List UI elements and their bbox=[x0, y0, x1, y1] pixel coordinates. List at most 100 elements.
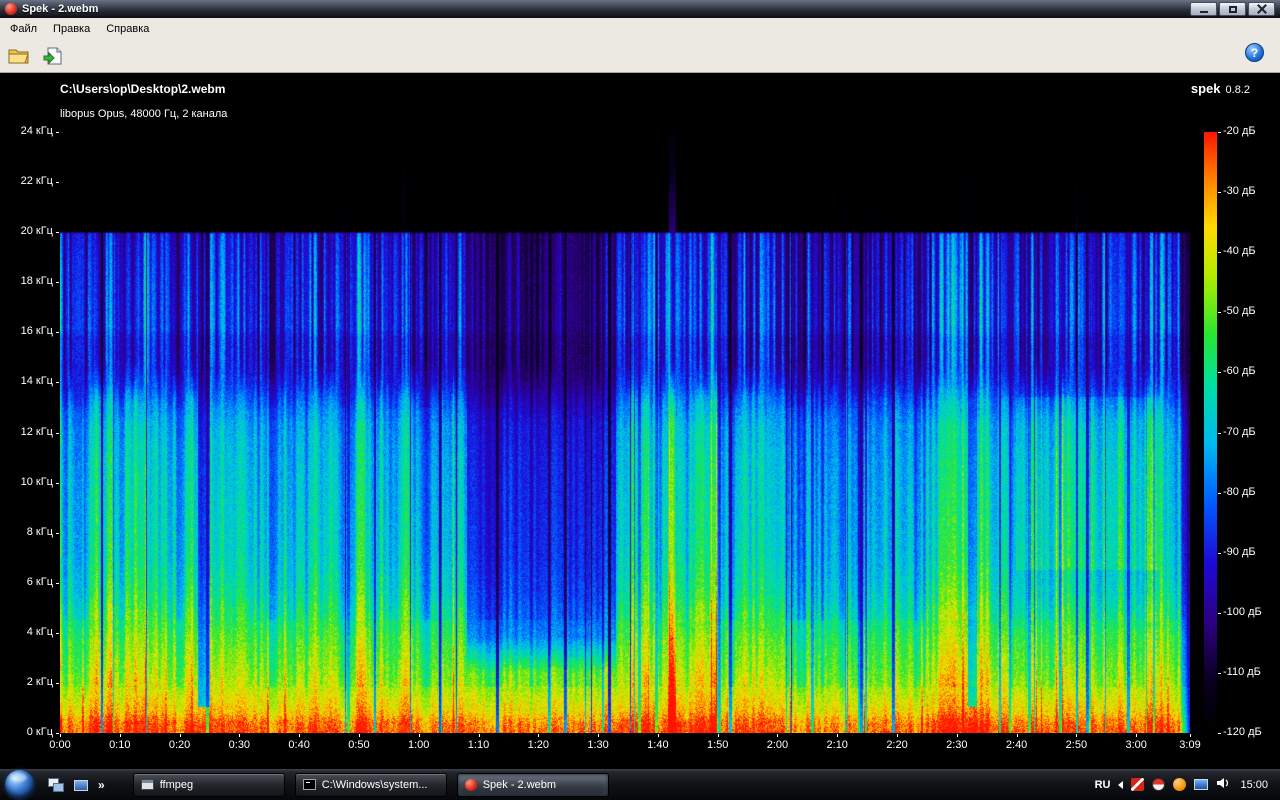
update-icon[interactable] bbox=[1173, 778, 1186, 791]
minimize-button[interactable] bbox=[1190, 2, 1217, 16]
legend-tick-label: -60 дБ bbox=[1223, 365, 1256, 378]
freq-tick-label: 12 кГц bbox=[0, 426, 53, 439]
legend-tick bbox=[1218, 312, 1221, 313]
time-tick bbox=[60, 734, 61, 737]
stream-info: libopus Opus, 48000 Гц, 2 канала bbox=[60, 108, 227, 120]
time-tick-label: 1:20 bbox=[516, 739, 560, 752]
time-tick bbox=[479, 734, 480, 737]
time-tick bbox=[957, 734, 958, 737]
freq-tick bbox=[56, 332, 59, 333]
legend-tick bbox=[1218, 613, 1221, 614]
window-title: Spek - 2.webm bbox=[22, 3, 98, 15]
taskbar-button-spek[interactable]: Spek - 2.webm bbox=[457, 773, 609, 797]
app-version-box: spek 0.8.2 bbox=[1191, 80, 1250, 98]
close-icon bbox=[1257, 4, 1267, 14]
time-tick bbox=[837, 734, 838, 737]
time-tick-label: 3:09 bbox=[1168, 739, 1212, 752]
time-tick-label: 1:40 bbox=[636, 739, 680, 752]
time-tick bbox=[718, 734, 719, 737]
legend-tick bbox=[1218, 553, 1221, 554]
ati-icon[interactable] bbox=[1131, 778, 1144, 791]
save-image-icon bbox=[42, 47, 64, 65]
time-tick bbox=[658, 734, 659, 737]
start-orb-highlight bbox=[10, 773, 27, 782]
taskbar: » ffmpeg C:\Windows\system... Spek - 2.w… bbox=[0, 768, 1280, 800]
open-file-button[interactable] bbox=[6, 43, 32, 69]
freq-tick-label: 2 кГц bbox=[0, 676, 53, 689]
freq-tick bbox=[56, 683, 59, 684]
show-desktop-icon[interactable] bbox=[73, 778, 89, 792]
file-path: C:\Users\op\Desktop\2.webm bbox=[60, 82, 225, 96]
freq-tick bbox=[56, 633, 59, 634]
language-indicator[interactable]: RU bbox=[1095, 779, 1111, 791]
menu-item-file[interactable]: Файл bbox=[2, 20, 45, 38]
time-tick bbox=[897, 734, 898, 737]
legend-tick-label: -120 дБ bbox=[1223, 726, 1262, 739]
time-tick bbox=[538, 734, 539, 737]
menu-item-help[interactable]: Справка bbox=[98, 20, 157, 38]
freq-tick bbox=[56, 132, 59, 133]
taskbar-button-cmd[interactable]: C:\Windows\system... bbox=[295, 773, 447, 797]
freq-tick-label: 10 кГц bbox=[0, 476, 53, 489]
time-tick-label: 0:50 bbox=[337, 739, 381, 752]
time-tick bbox=[1076, 734, 1077, 737]
legend-tick bbox=[1218, 433, 1221, 434]
time-tick-label: 2:00 bbox=[755, 739, 799, 752]
hidden-icons-chevron[interactable] bbox=[1118, 781, 1123, 789]
legend-tick bbox=[1218, 733, 1221, 734]
freq-tick-label: 4 кГц bbox=[0, 626, 53, 639]
quick-launch: » bbox=[48, 778, 105, 792]
clock[interactable]: 15:00 bbox=[1240, 779, 1268, 791]
desktop: Spek - 2.webm Файл Правка Справка ? bbox=[0, 0, 1280, 800]
legend-tick-label: -110 дБ bbox=[1223, 666, 1261, 679]
freq-tick bbox=[56, 583, 59, 584]
close-button[interactable] bbox=[1248, 2, 1275, 16]
time-tick-label: 0:40 bbox=[277, 739, 321, 752]
time-tick-label: 3:00 bbox=[1114, 739, 1158, 752]
antivirus-icon[interactable] bbox=[1152, 778, 1165, 791]
legend-tick bbox=[1218, 372, 1221, 373]
save-image-button[interactable] bbox=[40, 43, 66, 69]
legend-tick bbox=[1218, 132, 1221, 133]
maximize-icon bbox=[1229, 6, 1237, 13]
freq-tick-label: 14 кГц bbox=[0, 375, 53, 388]
freq-tick-label: 18 кГц bbox=[0, 275, 53, 288]
display-icon[interactable] bbox=[1194, 779, 1208, 790]
quick-launch-overflow-chevron[interactable]: » bbox=[98, 778, 105, 792]
console-icon bbox=[303, 779, 316, 790]
time-tick-label: 2:40 bbox=[995, 739, 1039, 752]
legend-tick-label: -70 дБ bbox=[1223, 426, 1256, 439]
taskbar-button-ffmpeg[interactable]: ffmpeg bbox=[133, 773, 285, 797]
help-button[interactable]: ? bbox=[1245, 43, 1264, 62]
time-tick bbox=[598, 734, 599, 737]
legend-tick-label: -40 дБ bbox=[1223, 245, 1256, 258]
start-button[interactable] bbox=[5, 770, 34, 799]
volume-icon[interactable] bbox=[1216, 777, 1230, 792]
time-tick-label: 0:10 bbox=[98, 739, 142, 752]
app-name: spek bbox=[1191, 81, 1221, 96]
app-window-icon bbox=[141, 779, 154, 790]
spectrogram-view: C:\Users\op\Desktop\2.webm spek 0.8.2 lib… bbox=[0, 73, 1280, 768]
spek-logo-icon bbox=[5, 3, 17, 15]
spectrogram-canvas bbox=[60, 132, 1190, 733]
app-version: 0.8.2 bbox=[1226, 84, 1250, 96]
taskbar-button-label: C:\Windows\system... bbox=[322, 779, 428, 791]
freq-tick bbox=[56, 483, 59, 484]
db-legend-bar bbox=[1204, 132, 1217, 733]
maximize-button[interactable] bbox=[1219, 2, 1246, 16]
time-tick bbox=[419, 734, 420, 737]
legend-tick-label: -90 дБ bbox=[1223, 546, 1256, 559]
freq-tick bbox=[56, 232, 59, 233]
time-tick bbox=[120, 734, 121, 737]
menu-item-edit[interactable]: Правка bbox=[45, 20, 98, 38]
time-tick bbox=[299, 734, 300, 737]
freq-tick bbox=[56, 433, 59, 434]
legend-tick-label: -80 дБ bbox=[1223, 486, 1256, 499]
task-buttons: ffmpeg C:\Windows\system... Spek - 2.web… bbox=[133, 773, 609, 797]
window-switcher-icon[interactable] bbox=[48, 778, 64, 792]
time-tick bbox=[239, 734, 240, 737]
legend-tick bbox=[1218, 493, 1221, 494]
time-tick-label: 1:30 bbox=[576, 739, 620, 752]
time-tick bbox=[777, 734, 778, 737]
freq-tick-label: 8 кГц bbox=[0, 526, 53, 539]
